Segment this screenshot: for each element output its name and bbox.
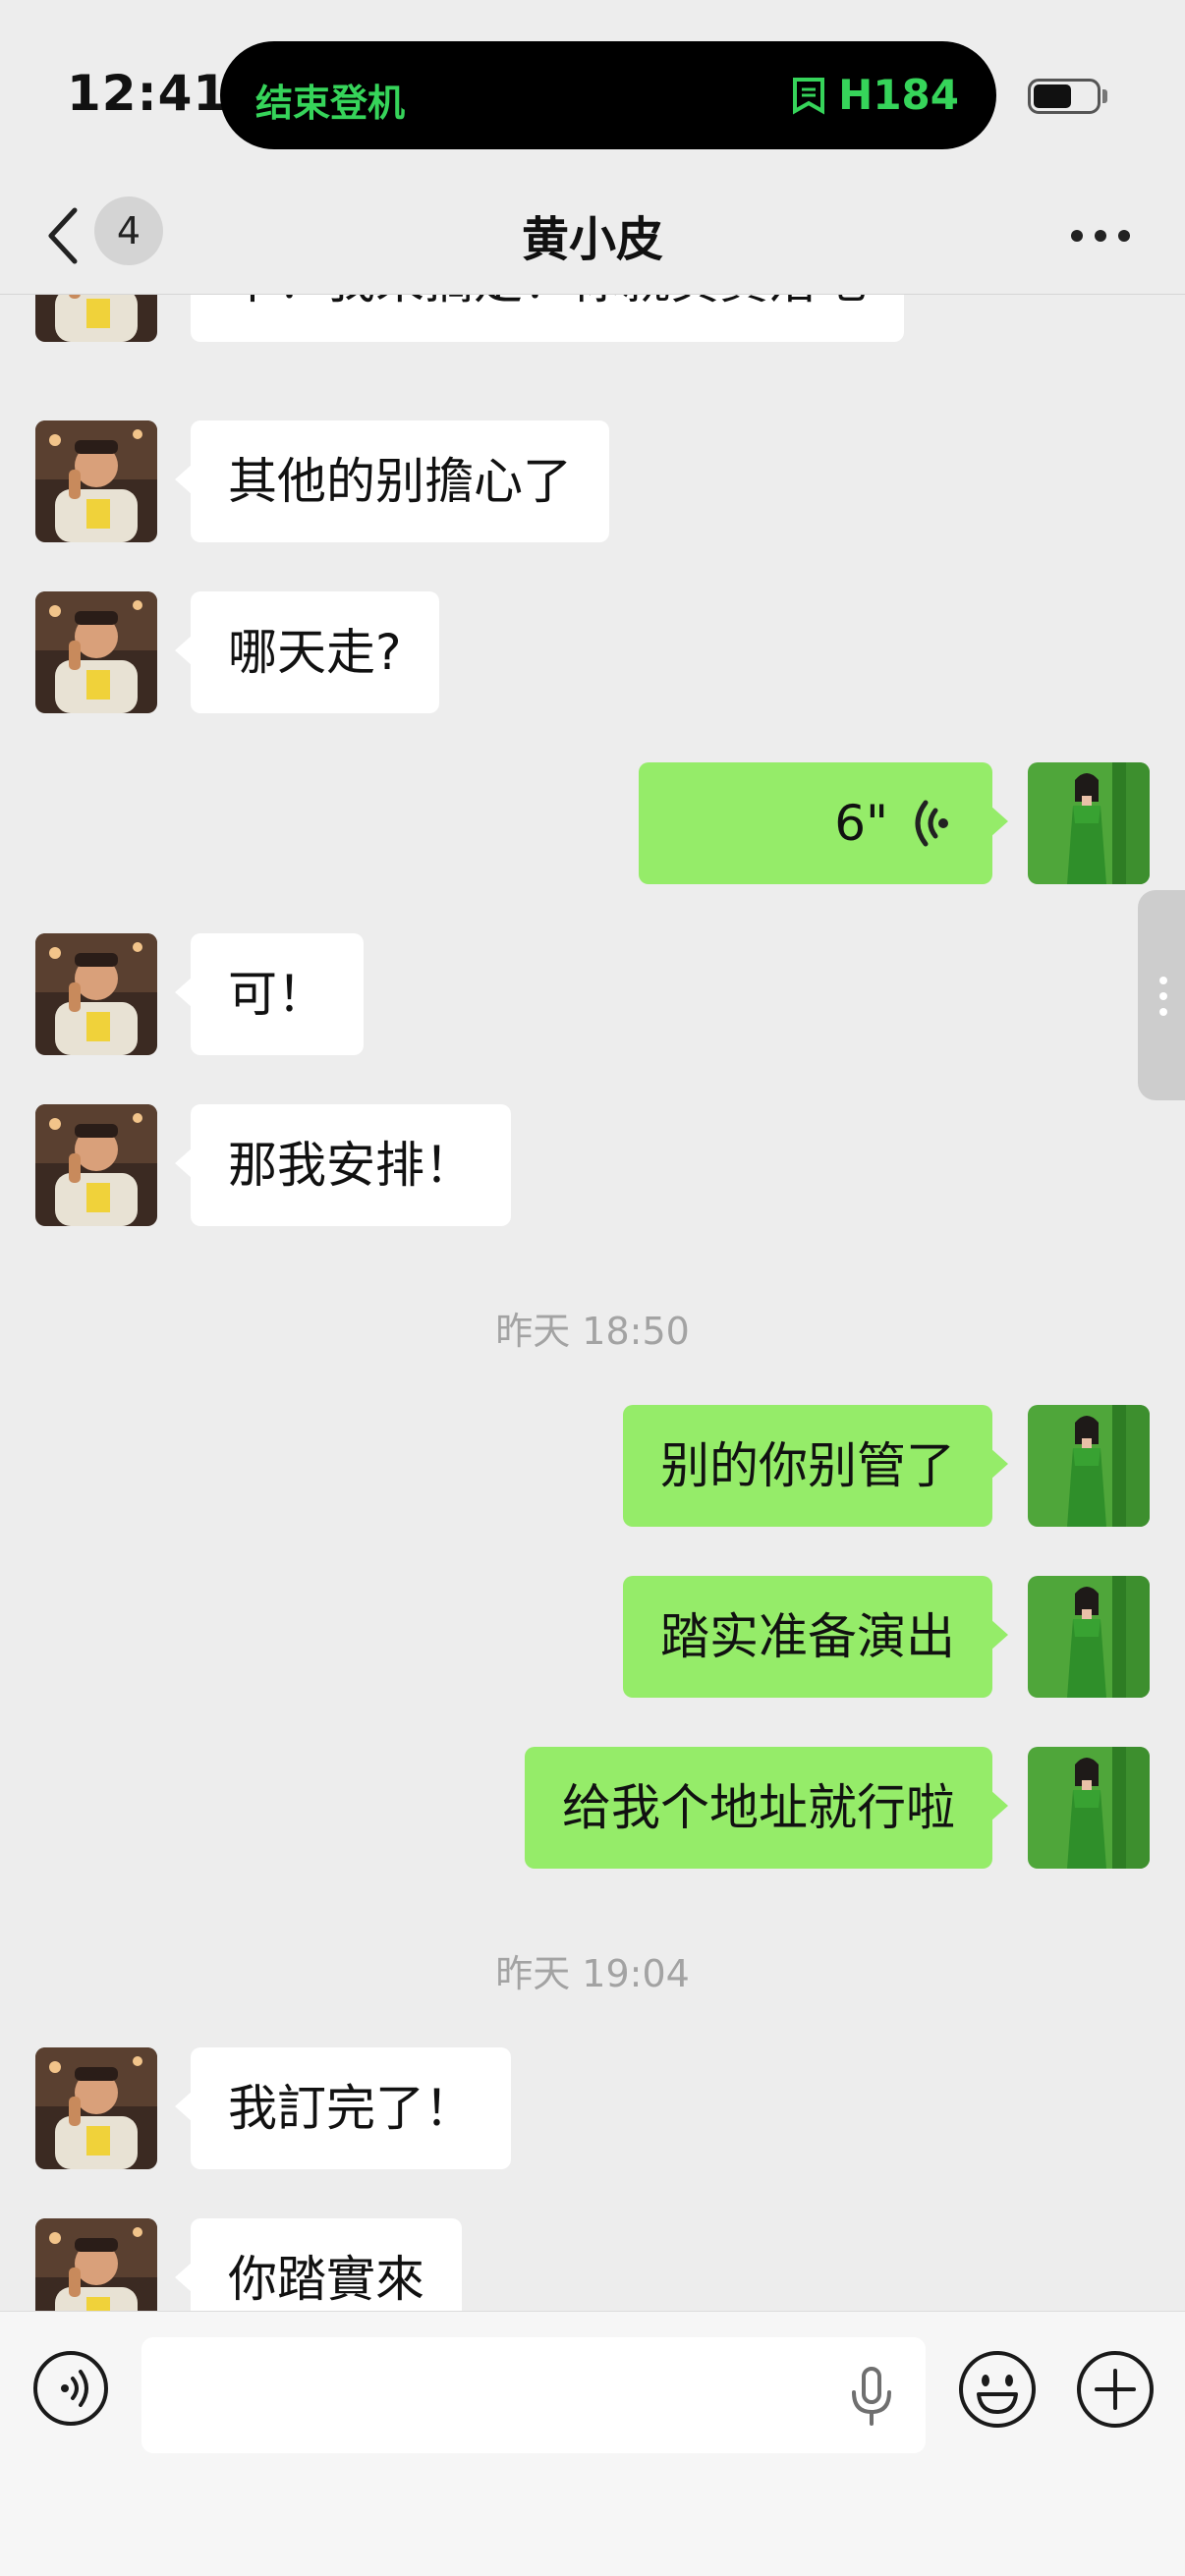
message-row: 那我安排！ — [0, 1104, 1185, 1226]
side-drawer-handle[interactable] — [1138, 890, 1185, 1100]
message-row: 6" — [0, 762, 1185, 884]
input-bar — [0, 2311, 1185, 2576]
voice-message-bubble[interactable]: 6" — [639, 762, 1008, 884]
message-bubble[interactable]: 不！我來搞定！你就負責落地 — [191, 295, 904, 342]
message-row: 哪天走? — [0, 591, 1185, 713]
message-bubble[interactable]: 踏实准备演出 — [623, 1576, 1008, 1698]
message-row: 你踏實來 — [0, 2218, 1185, 2311]
voice-mode-icon[interactable] — [31, 2349, 110, 2428]
plus-icon[interactable] — [1075, 2349, 1156, 2430]
contact-avatar[interactable] — [35, 2218, 157, 2311]
message-input[interactable] — [141, 2337, 926, 2453]
chat-timestamp: 昨天 18:50 — [495, 1310, 690, 1353]
message-bubble[interactable]: 哪天走? — [175, 591, 439, 713]
message-row: 给我个地址就行啦 — [0, 1747, 1185, 1869]
battery-icon — [1028, 79, 1100, 114]
handle-dots-icon — [1159, 977, 1167, 1016]
message-row: 其他的别擔心了 — [0, 420, 1185, 542]
status-bar: 12:41 结束登机 H184 — [0, 0, 1185, 177]
gate-icon — [793, 77, 825, 114]
microphone-icon[interactable] — [845, 2367, 898, 2426]
contact-avatar[interactable] — [35, 295, 157, 342]
message-row: 我訂完了！ — [0, 2047, 1185, 2169]
status-time: 12:41 — [67, 65, 229, 122]
message-row: 可！ — [0, 933, 1185, 1055]
island-activity-label: 结束登机 — [255, 82, 406, 125]
message-row: 踏实准备演出 — [0, 1576, 1185, 1698]
contact-avatar[interactable] — [35, 2047, 157, 2169]
message-bubble[interactable]: 可！ — [175, 933, 364, 1055]
message-bubble[interactable]: 别的你别管了 — [623, 1405, 1008, 1527]
chat-timestamp: 昨天 19:04 — [495, 1952, 690, 1995]
message-bubble[interactable]: 那我安排！ — [175, 1104, 511, 1226]
chat-title: 黄小皮 — [521, 212, 663, 267]
gate-label: H184 — [838, 71, 959, 119]
message-bubble[interactable]: 给我个地址就行啦 — [525, 1747, 1008, 1869]
message-row: 别的你别管了 — [0, 1405, 1185, 1527]
emoji-icon[interactable] — [957, 2349, 1038, 2430]
message-row: 不！我來搞定！你就負責落地 — [0, 295, 1185, 342]
voice-wave-icon — [915, 800, 948, 847]
message-bubble[interactable]: 你踏實來 — [175, 2218, 462, 2311]
dynamic-island[interactable]: 结束登机 H184 — [220, 41, 996, 149]
chat-header: 4 黄小皮 — [0, 177, 1185, 295]
contact-avatar[interactable] — [35, 420, 157, 542]
my-avatar[interactable] — [1028, 1747, 1150, 1869]
message-bubble[interactable]: 我訂完了！ — [175, 2047, 511, 2169]
message-list[interactable]: 不！我來搞定！你就負責落地 其他的别擔心了 哪天走? 6" 可！ 那我安排！ 昨… — [0, 295, 1185, 2311]
my-avatar[interactable] — [1028, 1405, 1150, 1527]
more-dots-icon[interactable] — [1071, 226, 1130, 246]
battery-nub — [1102, 89, 1107, 103]
my-avatar[interactable] — [1028, 1576, 1150, 1698]
contact-avatar[interactable] — [35, 933, 157, 1055]
my-avatar[interactable] — [1028, 762, 1150, 884]
contact-avatar[interactable] — [35, 1104, 157, 1226]
contact-avatar[interactable] — [35, 591, 157, 713]
message-bubble[interactable]: 其他的别擔心了 — [175, 420, 609, 542]
island-gate-info: H184 — [791, 71, 959, 119]
voice-duration: 6" — [834, 795, 888, 852]
